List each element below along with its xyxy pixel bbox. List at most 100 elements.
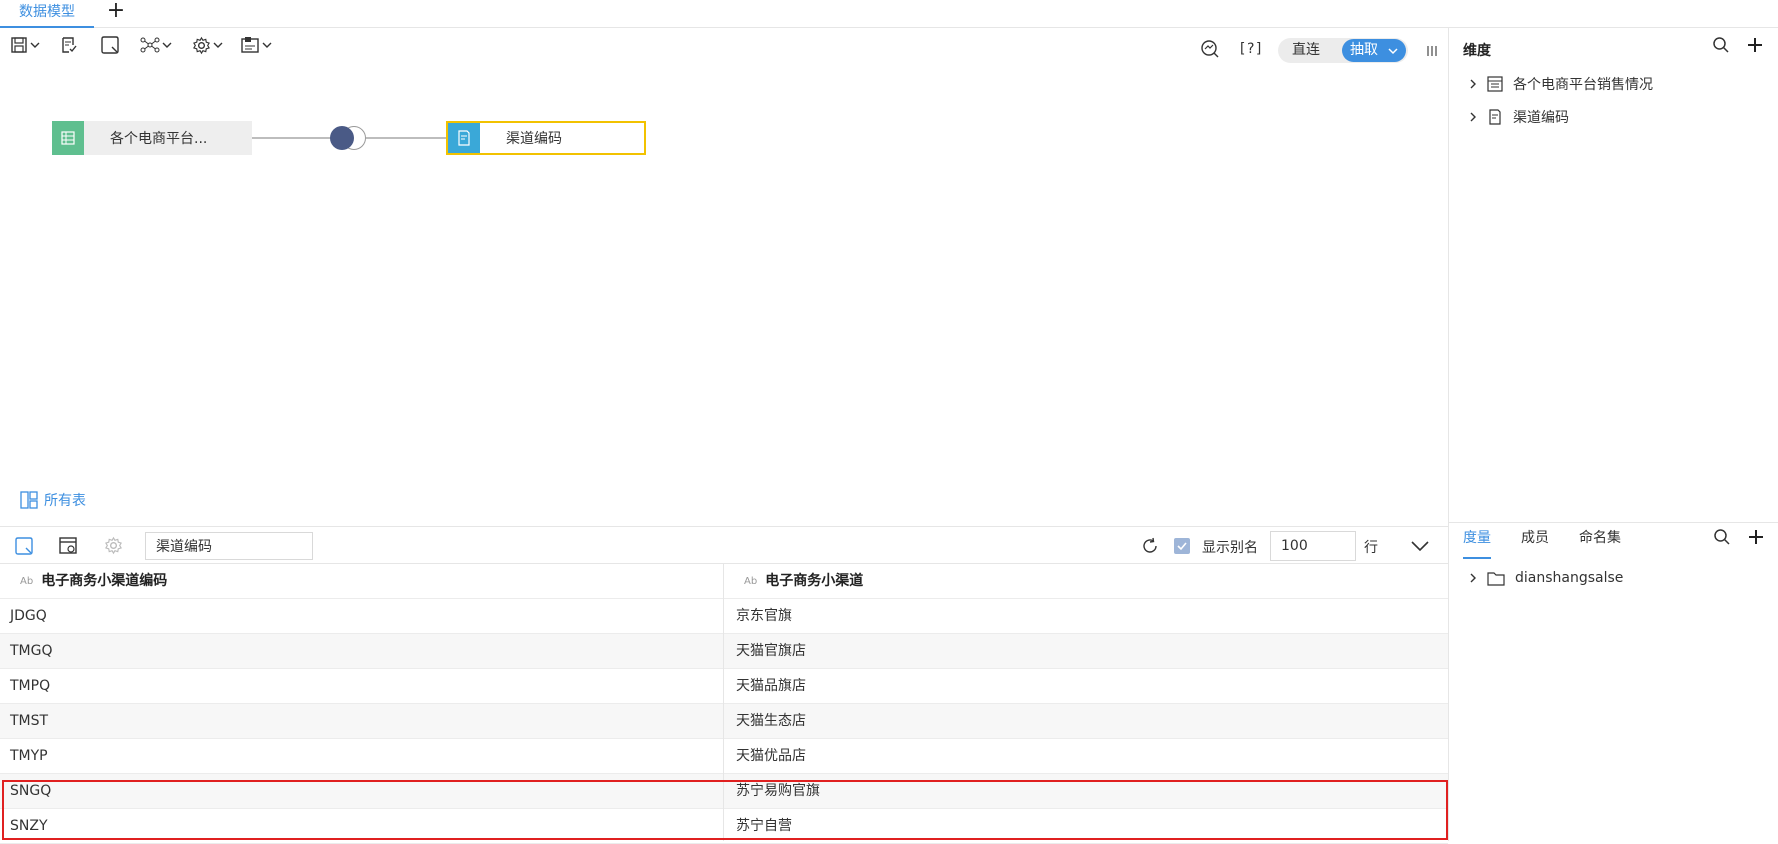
add-tab-button[interactable]: + [104, 0, 128, 24]
cell-channel: 天猫生态店 [736, 713, 806, 729]
refresh-icon [1143, 537, 1157, 553]
sql-table-icon [1489, 109, 1501, 125]
cell-channel: 天猫品旗店 [736, 678, 806, 694]
table-icon [1487, 76, 1503, 92]
settings-menu[interactable] [192, 34, 223, 56]
show-alias-label: 显示别名 [1202, 540, 1258, 556]
gear-button[interactable] [104, 536, 123, 555]
tab-measure[interactable]: 度量 [1463, 523, 1491, 559]
tree-item-label: dianshangsalse [1515, 570, 1624, 586]
tab-named-set[interactable]: 命名集 [1579, 523, 1621, 559]
settings-icon [193, 36, 210, 54]
table-row: JDGQ 京东官旗 [0, 599, 1448, 634]
preview-icon [101, 36, 119, 54]
preview-icon [15, 537, 33, 555]
dimension-actions [1712, 36, 1764, 54]
layout-icon [20, 491, 38, 509]
mode-direct-option[interactable]: 直连 [1292, 38, 1320, 63]
measure-tabs: 度量 成员 命名集 [1449, 522, 1778, 559]
column-icon [1427, 46, 1437, 56]
chevron-down-icon [213, 42, 223, 48]
export-menu[interactable] [240, 34, 272, 56]
text-type-icon: Ab [744, 576, 758, 587]
cell-code: SNZY [10, 818, 48, 834]
tab-member[interactable]: 成员 [1521, 523, 1549, 559]
tree-item-label: 渠道编码 [1513, 110, 1569, 126]
chevron-down-icon [30, 42, 40, 48]
validate-button[interactable] [60, 34, 78, 56]
table-settings-button[interactable] [58, 536, 78, 556]
chevron-down-icon [262, 42, 272, 48]
row-count-input[interactable] [1270, 531, 1356, 561]
all-tables-label: 所有表 [44, 493, 86, 509]
check-doc-icon [62, 37, 77, 53]
table-row: TMYP 天猫优品店 [0, 739, 1448, 774]
tree-item-measure-folder[interactable]: dianshangsalse [1467, 570, 1623, 586]
column-toggle-button[interactable] [1426, 40, 1438, 62]
table-row: SNZY 苏宁自营 [0, 809, 1448, 844]
folder-icon [1487, 572, 1505, 586]
search-icon[interactable] [1712, 36, 1730, 54]
data-preview-table: Ab 电子商务小渠道编码 Ab 电子商务小渠道 JDGQ 京东官旗 TMGQ 天… [0, 564, 1448, 844]
search-icon[interactable] [1713, 528, 1731, 546]
dimension-title: 维度 [1463, 43, 1491, 59]
all-tables-button[interactable]: 所有表 [20, 490, 86, 510]
table-row: TMPQ 天猫品旗店 [0, 669, 1448, 704]
cell-channel: 苏宁自营 [736, 818, 792, 834]
tree-item-label: 各个电商平台销售情况 [1513, 77, 1653, 93]
node-label: 渠道编码 [506, 131, 562, 147]
table-row: SNGQ 苏宁易购官旗 [0, 774, 1448, 809]
join-line [252, 137, 334, 139]
save-menu[interactable] [10, 34, 40, 56]
column-divider[interactable] [723, 564, 724, 841]
cell-code: TMGQ [10, 643, 53, 659]
export-icon [241, 37, 259, 53]
zoom-icon [1201, 40, 1219, 58]
save-icon [11, 37, 27, 53]
gear-icon [105, 536, 122, 555]
chevron-down-icon [1388, 48, 1398, 55]
text-type-icon: Ab [20, 576, 34, 587]
table-header-row: Ab 电子商务小渠道编码 Ab 电子商务小渠道 [0, 564, 1448, 599]
cell-code: TMST [10, 713, 49, 729]
node-label: 各个电商平台... [110, 131, 208, 147]
cell-code: JDGQ [10, 608, 47, 624]
window-gear-icon [59, 537, 77, 554]
help-button[interactable]: [?] [1238, 38, 1263, 60]
join-indicator[interactable] [330, 126, 354, 150]
add-icon[interactable] [1746, 36, 1764, 54]
show-alias-checkbox[interactable] [1174, 538, 1190, 554]
tree-item-channel-code[interactable]: 渠道编码 [1467, 107, 1569, 127]
table-row: TMGQ 天猫官旗店 [0, 634, 1448, 669]
right-panel: 维度 各个电商平台销售情况 渠道编码 度量 成员 命名集 dianshangsa… [1448, 28, 1778, 841]
chevron-right-icon [1470, 112, 1476, 122]
chevron-right-icon [1470, 573, 1476, 583]
preview-data-button[interactable] [14, 536, 34, 556]
rows-unit-label: 行 [1364, 540, 1378, 556]
column-header-label: 电子商务小渠道编码 [41, 573, 168, 589]
table-icon [52, 121, 84, 155]
column-header[interactable]: Ab 电子商务小渠道 [744, 564, 1444, 599]
column-header[interactable]: Ab 电子商务小渠道编码 [20, 564, 720, 599]
cell-channel: 天猫优品店 [736, 748, 806, 764]
refresh-button[interactable] [1140, 536, 1160, 556]
preview-button[interactable] [100, 34, 120, 56]
collapse-panel-button[interactable] [1410, 539, 1430, 553]
relation-menu[interactable] [140, 34, 172, 56]
sql-table-icon [448, 123, 480, 153]
mode-extract-label: 抽取 [1350, 42, 1378, 58]
cell-code: TMPQ [10, 678, 51, 694]
cell-code: SNGQ [10, 783, 52, 799]
tab-data-model[interactable]: 数据模型 [0, 0, 94, 28]
zoom-button[interactable] [1200, 38, 1220, 60]
chevron-right-icon [1470, 79, 1476, 89]
cell-channel: 苏宁易购官旗 [736, 783, 820, 799]
chevron-down-icon [162, 42, 172, 48]
add-icon[interactable] [1747, 528, 1765, 546]
table-node-channel-code[interactable]: 渠道编码 [446, 121, 646, 155]
table-node-sales[interactable]: 各个电商平台... [52, 121, 252, 155]
tree-item-sales-table[interactable]: 各个电商平台销售情况 [1467, 74, 1653, 94]
mode-toggle[interactable]: 直连 抽取 [1278, 38, 1408, 63]
mode-extract-option[interactable]: 抽取 [1342, 39, 1406, 62]
table-search-input[interactable] [145, 532, 313, 560]
